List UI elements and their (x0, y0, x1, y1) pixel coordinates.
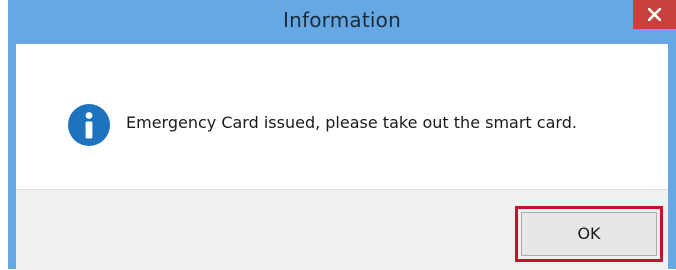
information-dialog: Information Emergency Card issued, pleas… (8, 0, 676, 270)
dialog-title: Information (283, 8, 401, 32)
dialog-titlebar[interactable]: Information (8, 0, 676, 44)
close-icon (648, 8, 661, 21)
ok-button[interactable]: OK (521, 212, 657, 256)
close-button[interactable] (633, 0, 676, 29)
information-icon (68, 104, 110, 146)
message-area: Emergency Card issued, please take out t… (16, 44, 668, 189)
dialog-body: Emergency Card issued, please take out t… (16, 44, 668, 270)
button-bar: OK (16, 189, 668, 270)
message-text: Emergency Card issued, please take out t… (126, 113, 577, 132)
